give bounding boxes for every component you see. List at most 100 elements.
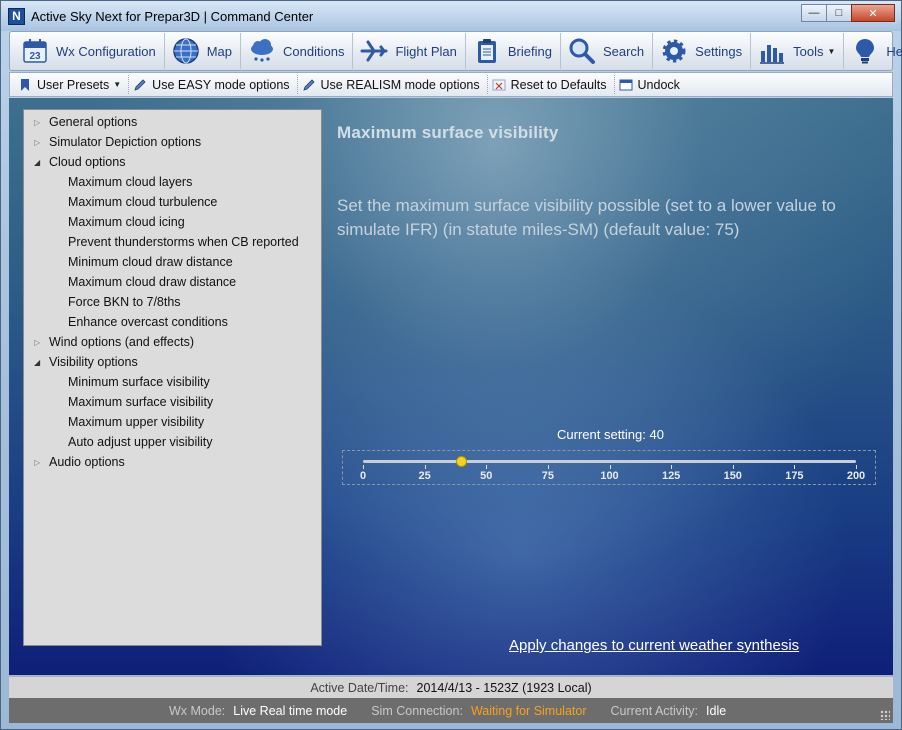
close-button[interactable]: ✕	[851, 4, 895, 22]
nav-help[interactable]: Help	[844, 33, 902, 69]
realism-mode-button[interactable]: Use REALISM mode options	[298, 75, 488, 94]
window-icon	[619, 78, 633, 92]
tree-item-auto-adjust-upper[interactable]: Auto adjust upper visibility	[24, 432, 321, 452]
tree-item-simulator-depiction[interactable]: ▷ Simulator Depiction options	[24, 132, 321, 152]
easy-mode-label: Use EASY mode options	[152, 77, 290, 92]
nav-flight-plan[interactable]: Flight Plan	[353, 33, 466, 69]
tree-item-visibility-options[interactable]: ◢ Visibility options	[24, 352, 321, 372]
slider-tick	[732, 465, 734, 469]
nav-label: Help	[886, 43, 902, 59]
window-controls: — □ ✕	[801, 4, 895, 22]
tree-item-general-options[interactable]: ▷ General options	[24, 112, 321, 132]
current-setting-label: Current setting: 40	[557, 427, 664, 442]
undock-button[interactable]: Undock	[615, 75, 687, 94]
options-tree[interactable]: ▷ General options ▷ Simulator Depiction op…	[23, 109, 322, 646]
option-heading: Maximum surface visibility	[337, 123, 559, 142]
bar-chart-icon	[757, 36, 787, 66]
resize-grip-icon[interactable]	[880, 710, 890, 720]
realism-mode-label: Use REALISM mode options	[320, 77, 480, 92]
active-date-label: Active Date/Time:	[310, 680, 409, 695]
nav-tools[interactable]: Tools ▼	[751, 33, 845, 69]
slider-tick-label: 50	[480, 470, 493, 482]
reset-icon	[492, 78, 506, 92]
slider-tick-label: 100	[600, 470, 619, 482]
title-bar[interactable]: N Active Sky Next for Prepar3D | Command…	[1, 1, 901, 31]
tree-item-max-cloud-layers[interactable]: Maximum cloud layers	[24, 172, 321, 192]
slider-tick	[424, 465, 426, 469]
slider-thumb[interactable]	[455, 456, 467, 467]
apply-changes-link[interactable]: Apply changes to current weather synthes…	[509, 637, 799, 654]
nav-map[interactable]: Map	[165, 33, 242, 69]
slider-tick	[794, 465, 796, 469]
expand-arrow-icon[interactable]: ▷	[34, 118, 49, 127]
minimize-button[interactable]: —	[801, 4, 827, 22]
tree-item-wind-options[interactable]: ▷ Wind options (and effects)	[24, 332, 321, 352]
nav-label: Briefing	[507, 43, 552, 59]
bookmark-icon	[18, 78, 32, 92]
nav-label: Map	[206, 43, 233, 59]
tree-item-max-cloud-draw-distance[interactable]: Maximum cloud draw distance	[24, 272, 321, 292]
slider-tick	[363, 465, 364, 469]
expand-arrow-icon[interactable]: ▷	[34, 458, 49, 467]
sim-connection-value: Waiting for Simulator	[470, 703, 587, 718]
nav-wx-configuration[interactable]: 23 Wx Configuration	[14, 33, 165, 69]
app-logo-icon: N	[8, 8, 25, 25]
magnifier-icon	[567, 36, 597, 66]
app-window: N Active Sky Next for Prepar3D | Command…	[0, 0, 902, 730]
slider-tick	[609, 465, 611, 469]
nav-conditions[interactable]: Conditions	[241, 33, 354, 69]
tree-item-prevent-thunderstorms[interactable]: Prevent thunderstorms when CB reported	[24, 232, 321, 252]
active-date-value: 2014/4/13 - 1523Z (1923 Local)	[416, 680, 592, 695]
tree-item-cloud-options[interactable]: ◢ Cloud options	[24, 152, 321, 172]
date-status-bar: Active Date/Time: 2014/4/13 - 1523Z (192…	[9, 676, 893, 698]
lightbulb-icon	[850, 36, 880, 66]
nav-settings[interactable]: Settings	[653, 33, 752, 69]
collapse-arrow-icon[interactable]: ◢	[34, 158, 49, 167]
tree-item-audio-options[interactable]: ▷ Audio options	[24, 452, 321, 472]
slider-track[interactable]	[363, 460, 856, 463]
svg-text:23: 23	[29, 51, 41, 62]
slider-tick	[671, 465, 673, 469]
nav-label: Settings	[695, 43, 743, 59]
chevron-down-icon: ▼	[113, 80, 122, 89]
slider-tick-label: 200	[846, 470, 866, 482]
nav-label: Tools	[793, 43, 824, 59]
reset-defaults-label: Reset to Defaults	[510, 77, 607, 92]
sim-connection-label: Sim Connection:	[371, 703, 463, 718]
reset-defaults-button[interactable]: Reset to Defaults	[488, 75, 615, 94]
wx-mode-label: Wx Mode:	[169, 703, 226, 718]
tree-item-min-surface-visibility[interactable]: Minimum surface visibility	[24, 372, 321, 392]
current-activity-label: Current Activity:	[610, 703, 699, 718]
tree-item-enhance-overcast[interactable]: Enhance overcast conditions	[24, 312, 321, 332]
tree-item-max-cloud-icing[interactable]: Maximum cloud icing	[24, 212, 321, 232]
user-presets-dropdown[interactable]: User Presets ▼	[14, 75, 130, 94]
slider-tick-label: 25	[418, 470, 431, 482]
tree-item-max-cloud-turbulence[interactable]: Maximum cloud turbulence	[24, 192, 321, 212]
chevron-down-icon: ▼	[827, 46, 836, 56]
settings-panel: ▷ General options ▷ Simulator Depiction op…	[9, 98, 893, 675]
calendar-icon: 23	[20, 36, 50, 66]
easy-mode-button[interactable]: Use EASY mode options	[129, 75, 298, 94]
slider-tick	[486, 465, 488, 469]
maximize-button[interactable]: □	[826, 4, 852, 22]
nav-label: Conditions	[283, 43, 345, 59]
current-activity-value: Idle	[706, 703, 727, 718]
tree-item-force-bkn[interactable]: Force BKN to 7/8ths	[24, 292, 321, 312]
tree-item-max-upper-visibility[interactable]: Maximum upper visibility	[24, 412, 321, 432]
nav-search[interactable]: Search	[561, 33, 654, 69]
globe-icon	[171, 36, 201, 66]
option-description: Set the maximum surface visibility possi…	[337, 196, 836, 239]
tree-item-min-cloud-draw-distance[interactable]: Minimum cloud draw distance	[24, 252, 321, 272]
collapse-arrow-icon[interactable]: ◢	[34, 358, 49, 367]
slider-tick	[856, 465, 857, 469]
main-toolbar: 23 Wx Configuration Map Conditions Fligh…	[9, 31, 902, 71]
slider-tick-label: 75	[541, 470, 554, 482]
visibility-slider[interactable]: 0 25 50 75 100 125 150 175 200	[342, 450, 876, 485]
expand-arrow-icon[interactable]: ▷	[34, 138, 49, 147]
nav-briefing[interactable]: Briefing	[466, 33, 561, 69]
pencil-icon	[302, 78, 316, 92]
expand-arrow-icon[interactable]: ▷	[34, 338, 49, 347]
slider-tick-label: 150	[723, 470, 742, 482]
user-presets-label: User Presets	[37, 77, 110, 92]
tree-item-max-surface-visibility[interactable]: Maximum surface visibility	[24, 392, 321, 412]
